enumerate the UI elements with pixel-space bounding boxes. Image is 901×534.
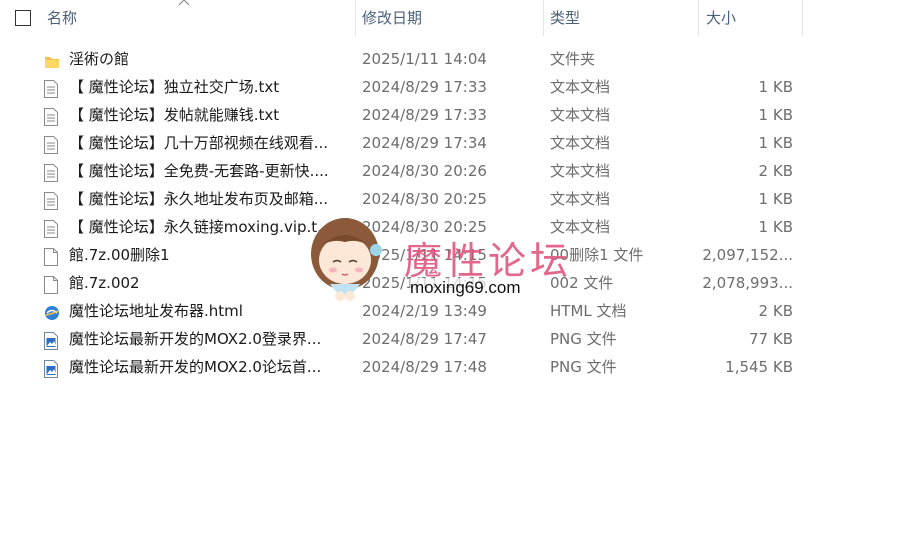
file-size: 2 KB — [758, 302, 793, 320]
text-file-icon — [44, 219, 60, 238]
file-size: 1 KB — [758, 134, 793, 152]
file-date: 2024/2/19 13:49 — [362, 302, 487, 320]
file-type: PNG 文件 — [550, 330, 617, 348]
file-row[interactable]: 【 魔性论坛】永久链接moxing.vip.t... 2024/8/30 20:2… — [0, 213, 901, 241]
column-type-header[interactable]: 类型 — [550, 0, 580, 36]
file-row[interactable]: 魔性论坛最新开发的MOX2.0登录界... 2024/8/29 17:47 PNG … — [0, 325, 901, 353]
file-name: 【 魔性论坛】永久地址发布页及邮箱... — [69, 190, 329, 208]
file-name: 館.7z.002 — [69, 274, 140, 292]
select-all-checkbox[interactable] — [15, 10, 31, 26]
text-file-icon — [44, 191, 60, 210]
file-date: 2024/8/29 17:34 — [362, 134, 487, 152]
file-row[interactable]: 【 魔性论坛】永久地址发布页及邮箱... 2024/8/30 20:25 文本文档 1… — [0, 185, 901, 213]
file-date: 2024/8/29 17:33 — [362, 106, 487, 124]
png-file-icon — [44, 331, 60, 350]
file-list: 淫術の館 2025/1/11 14:04 文件夹【 魔性论坛】独立社交广场.txt 2… — [0, 45, 901, 381]
file-date: 2025/1/11 14:15 — [362, 274, 487, 292]
file-name: 館.7z.00删除1 — [69, 246, 170, 264]
file-date: 2025/1/11 14:04 — [362, 50, 487, 68]
column-name-header[interactable]: 名称 — [47, 0, 77, 36]
column-divider[interactable] — [802, 0, 803, 36]
file-size: 2 KB — [758, 162, 793, 180]
folder-icon — [44, 51, 60, 69]
file-name: 【 魔性论坛】全免费-无套路-更新快.... — [69, 162, 329, 180]
file-type: PNG 文件 — [550, 358, 617, 376]
file-name: 【 魔性论坛】几十万部视频在线观看... — [69, 134, 329, 152]
file-name: 魔性论坛最新开发的MOX2.0登录界... — [69, 330, 322, 348]
file-date: 2024/8/30 20:25 — [362, 190, 487, 208]
file-row[interactable]: 【 魔性论坛】独立社交广场.txt 2024/8/29 17:33 文本文档 1 KB — [0, 73, 901, 101]
blank-file-icon — [44, 247, 60, 266]
file-name: 【 魔性论坛】发帖就能赚钱.txt — [69, 106, 280, 124]
text-file-icon — [44, 163, 60, 182]
file-row[interactable]: 館.7z.002 2025/1/11 14:15 002 文件 2,078,993..… — [0, 269, 901, 297]
file-row[interactable]: 館.7z.00删除1 2025/1/11 14:15 00删除1 文件 2,097,1… — [0, 241, 901, 269]
column-divider[interactable] — [543, 0, 544, 36]
file-row[interactable]: 【 魔性论坛】全免费-无套路-更新快.... 2024/8/30 20:26 文本文… — [0, 157, 901, 185]
blank-file-icon — [44, 275, 60, 294]
file-row[interactable]: 魔性论坛最新开发的MOX2.0论坛首... 2024/8/29 17:48 PNG … — [0, 353, 901, 381]
file-size: 77 KB — [749, 330, 793, 348]
file-type: 文件夹 — [550, 50, 596, 68]
text-file-icon — [44, 79, 60, 98]
column-header: 名称 修改日期 类型 大小 — [0, 0, 901, 36]
file-date: 2024/8/30 20:26 — [362, 162, 487, 180]
sort-ascending-icon — [178, 0, 190, 6]
file-type: 00删除1 文件 — [550, 246, 644, 264]
file-name: 魔性论坛最新开发的MOX2.0论坛首... — [69, 358, 322, 376]
column-divider[interactable] — [355, 0, 356, 36]
file-type: 002 文件 — [550, 274, 614, 292]
file-row[interactable]: 淫術の館 2025/1/11 14:04 文件夹 — [0, 45, 901, 73]
file-name: 【 魔性论坛】永久链接moxing.vip.t... — [69, 218, 332, 236]
file-type: 文本文档 — [550, 218, 611, 236]
column-size-header[interactable]: 大小 — [706, 0, 736, 36]
file-date: 2024/8/29 17:48 — [362, 358, 487, 376]
file-size: 1 KB — [758, 190, 793, 208]
file-type: 文本文档 — [550, 106, 611, 124]
column-date-header[interactable]: 修改日期 — [362, 0, 422, 36]
file-size: 1 KB — [758, 78, 793, 96]
file-date: 2025/1/11 14:15 — [362, 246, 487, 264]
file-date: 2024/8/30 20:25 — [362, 218, 487, 236]
file-size: 1,545 KB — [725, 358, 793, 376]
file-type: 文本文档 — [550, 162, 611, 180]
file-name: 魔性论坛地址发布器.html — [69, 302, 243, 320]
file-row[interactable]: 魔性论坛地址发布器.html 2024/2/19 13:49 HTML 文档 2 KB — [0, 297, 901, 325]
file-size: 2,078,993... — [702, 274, 793, 292]
column-divider[interactable] — [698, 0, 699, 36]
file-type: 文本文档 — [550, 134, 611, 152]
file-name: 【 魔性论坛】独立社交广场.txt — [69, 78, 280, 96]
file-type: 文本文档 — [550, 190, 611, 208]
file-name: 淫術の館 — [69, 50, 130, 68]
file-row[interactable]: 【 魔性论坛】发帖就能赚钱.txt 2024/8/29 17:33 文本文档 1 KB — [0, 101, 901, 129]
png-file-icon — [44, 359, 60, 378]
file-date: 2024/8/29 17:47 — [362, 330, 487, 348]
file-row[interactable]: 【 魔性论坛】几十万部视频在线观看... 2024/8/29 17:34 文本文档 1… — [0, 129, 901, 157]
file-size: 1 KB — [758, 106, 793, 124]
file-size: 2,097,152... — [702, 246, 793, 264]
text-file-icon — [44, 107, 60, 126]
file-size: 1 KB — [758, 218, 793, 236]
file-type: 文本文档 — [550, 78, 611, 96]
html-file-icon — [44, 303, 60, 321]
file-date: 2024/8/29 17:33 — [362, 78, 487, 96]
file-type: HTML 文档 — [550, 302, 627, 320]
text-file-icon — [44, 135, 60, 154]
